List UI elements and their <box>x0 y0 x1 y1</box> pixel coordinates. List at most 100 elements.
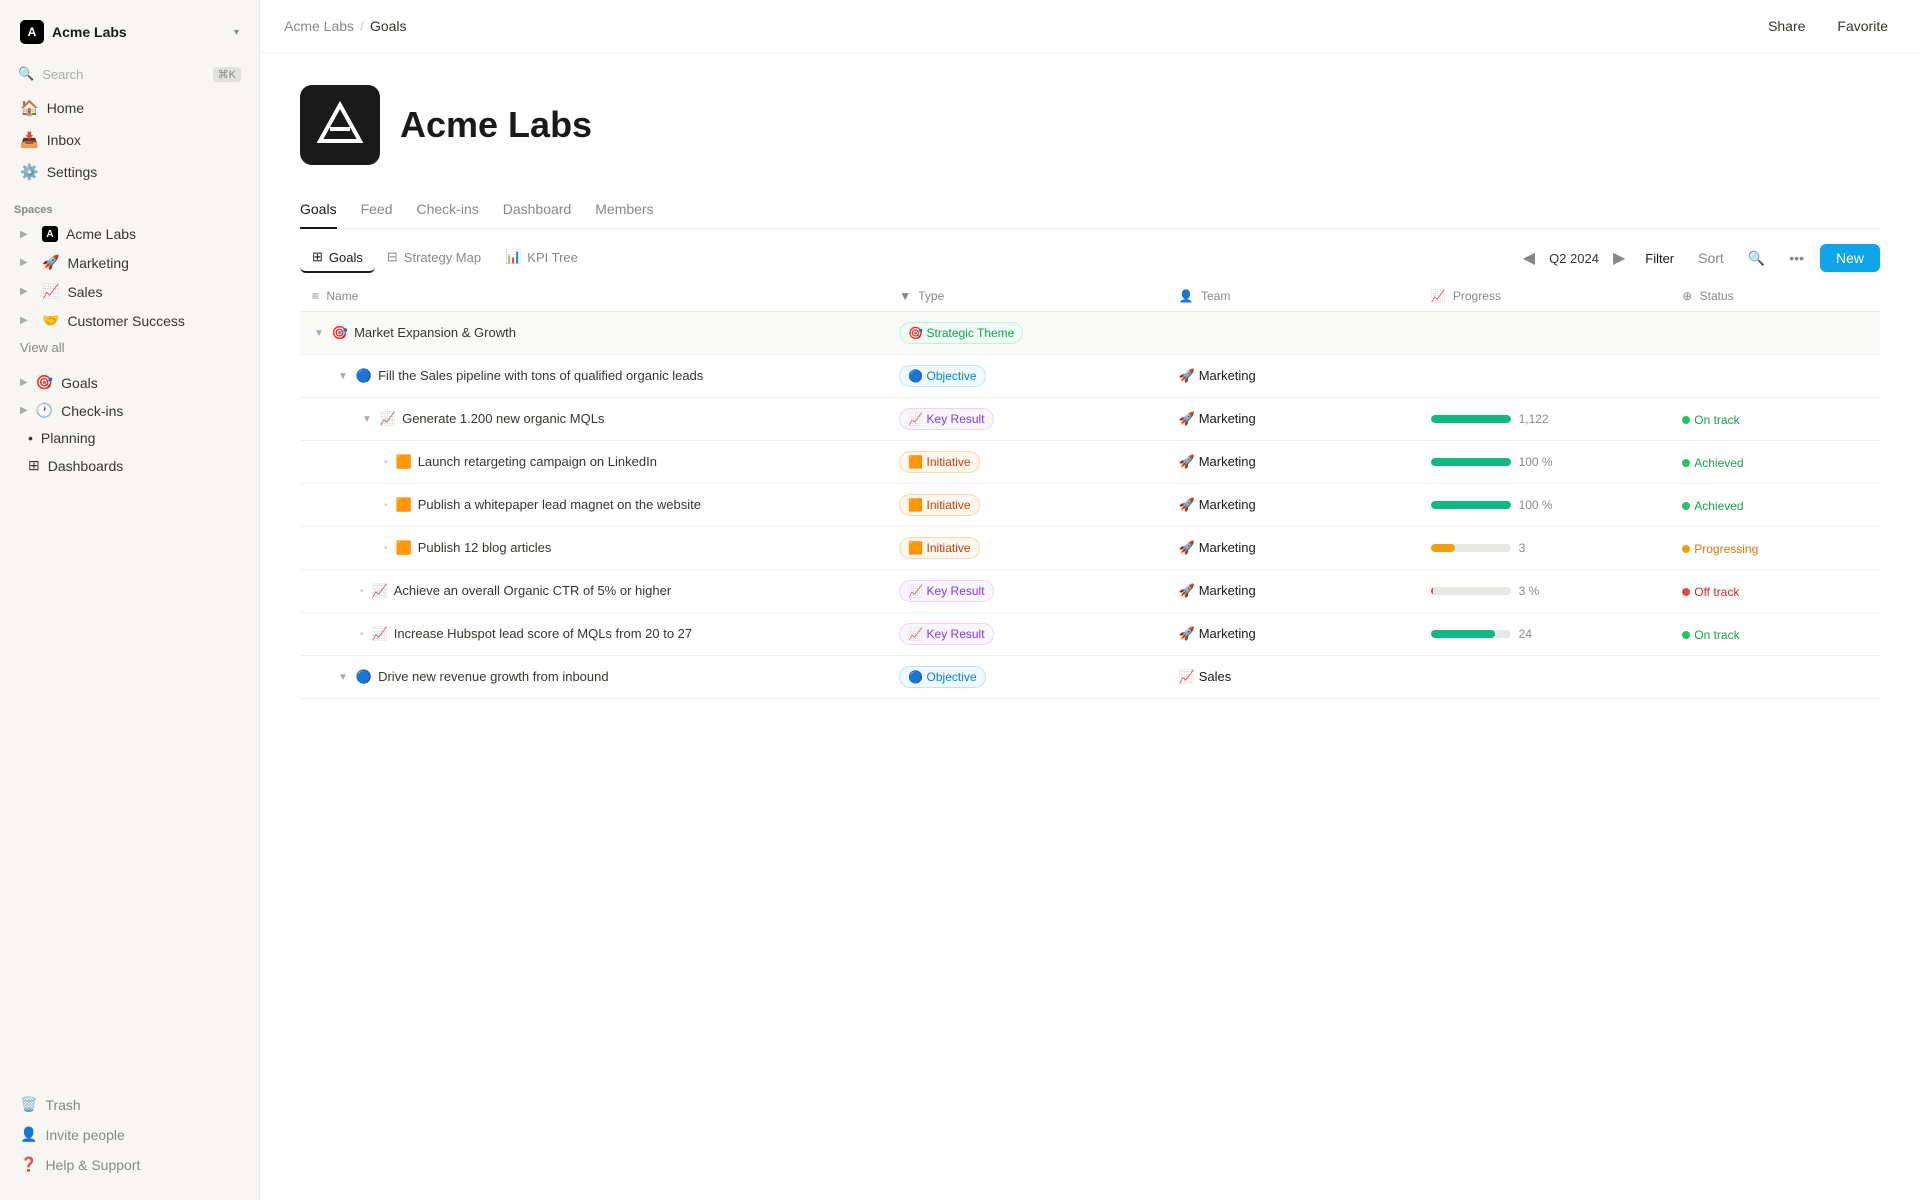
row-name-label[interactable]: Market Expansion & Growth <box>354 324 516 342</box>
type-cell: 🟧 Initiative <box>887 441 1167 484</box>
new-button[interactable]: New <box>1820 244 1880 272</box>
row-name-label[interactable]: Launch retargeting campaign on LinkedIn <box>418 453 657 471</box>
goals-tool-icon: 🎯 <box>36 374 53 391</box>
type-badge: 🟧 Initiative <box>899 451 979 473</box>
workspace-icon: A <box>20 20 44 44</box>
view-tab-strategy-map[interactable]: ⊟ Strategy Map <box>375 243 493 273</box>
space-item-customer-success[interactable]: ▶ 🤝 Customer Success <box>6 307 253 334</box>
expand-button[interactable]: ▼ <box>336 670 350 685</box>
goals-table: ≡ Name ▼ Type 👤 Team 📈 Progress <box>300 281 1880 699</box>
tool-item-planning[interactable]: • Planning <box>6 425 253 451</box>
type-cell: 🟧 Initiative <box>887 484 1167 527</box>
filter-button[interactable]: Filter <box>1637 247 1682 270</box>
progress-col-icon: 📈 <box>1431 289 1446 303</box>
favorite-button[interactable]: Favorite <box>1829 14 1896 38</box>
type-badge: 📈 Key Result <box>899 623 993 645</box>
status-dot-icon <box>1682 588 1690 596</box>
trash-item[interactable]: 🗑️ Trash <box>6 1090 253 1119</box>
row-name-label[interactable]: Fill the Sales pipeline with tons of qua… <box>378 367 703 385</box>
tab-check-ins[interactable]: Check-ins <box>417 193 479 229</box>
tool-item-check-ins[interactable]: ▶ 🕐 Check-ins <box>6 397 253 424</box>
name-cell: ▼📈Generate 1.200 new organic MQLs <box>300 398 887 441</box>
nav-settings[interactable]: ⚙️ Settings <box>6 157 253 187</box>
row-type-icon: 🎯 <box>332 325 348 341</box>
progress-bar <box>1431 544 1511 552</box>
status-cell <box>1670 355 1880 398</box>
row-name-label[interactable]: Generate 1.200 new organic MQLs <box>402 410 604 428</box>
view-all-link[interactable]: View all <box>6 336 253 359</box>
share-button[interactable]: Share <box>1760 14 1813 38</box>
tool-item-dashboards[interactable]: ⊞ Dashboards <box>6 452 253 479</box>
chevron-down-icon: ▾ <box>234 27 239 38</box>
tool-item-goals[interactable]: ▶ 🎯 Goals <box>6 369 253 396</box>
status-col-icon: ⊕ <box>1682 289 1692 303</box>
status-cell: Off track <box>1670 570 1880 613</box>
team-cell <box>1167 312 1419 355</box>
breadcrumb-workspace[interactable]: Acme Labs <box>284 18 354 34</box>
bullet-icon: • <box>384 500 388 511</box>
tab-dashboard[interactable]: Dashboard <box>503 193 572 229</box>
progress-cell: 24 <box>1419 613 1671 656</box>
next-period-button[interactable]: ▶ <box>1609 244 1629 272</box>
tab-goals[interactable]: Goals <box>300 193 337 229</box>
nav-inbox-label: Inbox <box>47 132 81 148</box>
view-bar: ⊞ Goals ⊟ Strategy Map 📊 KPI Tree ◀ Q2 2… <box>300 229 1880 273</box>
tab-members[interactable]: Members <box>595 193 653 229</box>
space-item-acme-labs[interactable]: ▶ A Acme Labs <box>6 221 253 247</box>
help-item[interactable]: ❓ Help & Support <box>6 1150 253 1179</box>
expand-button[interactable]: ▼ <box>336 369 350 384</box>
status-label: Progressing <box>1694 542 1758 556</box>
workspace-header[interactable]: A Acme Labs ▾ <box>6 12 253 52</box>
status-label: Off track <box>1694 585 1739 599</box>
progress-cell: 3 % <box>1419 570 1671 613</box>
row-type-icon: 🟧 <box>396 497 412 513</box>
bullet-icon: • <box>360 629 364 640</box>
row-name-label[interactable]: Publish 12 blog articles <box>418 539 552 557</box>
status-dot-icon <box>1682 416 1690 424</box>
row-name-label[interactable]: Publish a whitepaper lead magnet on the … <box>418 496 701 514</box>
progress-bar <box>1431 630 1511 638</box>
view-tab-kpi-tree[interactable]: 📊 KPI Tree <box>493 243 590 273</box>
page-header: Acme Labs <box>300 85 1880 165</box>
type-badge: 📈 Key Result <box>899 408 993 430</box>
search-button[interactable]: 🔍 <box>1740 246 1773 271</box>
tab-feed[interactable]: Feed <box>361 193 393 229</box>
spaces-label: Spaces <box>0 188 259 220</box>
space-item-marketing[interactable]: ▶ 🚀 Marketing <box>6 249 253 276</box>
row-name-label[interactable]: Increase Hubspot lead score of MQLs from… <box>394 625 692 643</box>
space-customer-success-label: Customer Success <box>67 313 184 329</box>
expand-button[interactable]: ▼ <box>312 326 326 341</box>
nav-inbox[interactable]: 📥 Inbox <box>6 125 253 155</box>
status-cell: Progressing <box>1670 527 1880 570</box>
row-name-label[interactable]: Achieve an overall Organic CTR of 5% or … <box>394 582 671 600</box>
sort-button[interactable]: Sort <box>1690 246 1732 270</box>
th-status: ⊕ Status <box>1670 281 1880 312</box>
prev-period-button[interactable]: ◀ <box>1519 244 1539 272</box>
page-title: Acme Labs <box>400 104 592 146</box>
workspace-name: Acme Labs <box>52 24 226 40</box>
topbar-actions: Share Favorite <box>1760 14 1896 38</box>
progress-bar-fill <box>1431 501 1511 509</box>
search-bar[interactable]: 🔍 Search ⌘K <box>8 60 251 88</box>
table-row: ▼🔵Fill the Sales pipeline with tons of q… <box>300 355 1880 398</box>
row-name-label[interactable]: Drive new revenue growth from inbound <box>378 668 609 686</box>
progress-cell <box>1419 312 1671 355</box>
row-type-icon: 📈 <box>372 583 388 599</box>
progress-cell: 3 <box>1419 527 1671 570</box>
view-tab-goals[interactable]: ⊞ Goals <box>300 243 375 273</box>
type-col-icon: ▼ <box>899 289 911 303</box>
space-item-sales[interactable]: ▶ 📈 Sales <box>6 278 253 305</box>
type-badge: 🔵 Objective <box>899 666 985 688</box>
more-options-button[interactable]: ••• <box>1781 246 1812 270</box>
page-logo <box>300 85 380 165</box>
expand-button[interactable]: ▼ <box>360 412 374 427</box>
invite-item[interactable]: 👤 Invite people <box>6 1120 253 1149</box>
chevron-right-icon: ▶ <box>20 286 34 297</box>
progress-bar-fill <box>1431 458 1511 466</box>
table-row: ▼🔵Drive new revenue growth from inbound🔵… <box>300 656 1880 699</box>
team-cell: 🚀 Marketing <box>1167 570 1419 613</box>
sales-icon: 📈 <box>42 283 59 300</box>
progress-bar <box>1431 587 1511 595</box>
type-badge: 🔵 Objective <box>899 365 985 387</box>
nav-home[interactable]: 🏠 Home <box>6 93 253 123</box>
